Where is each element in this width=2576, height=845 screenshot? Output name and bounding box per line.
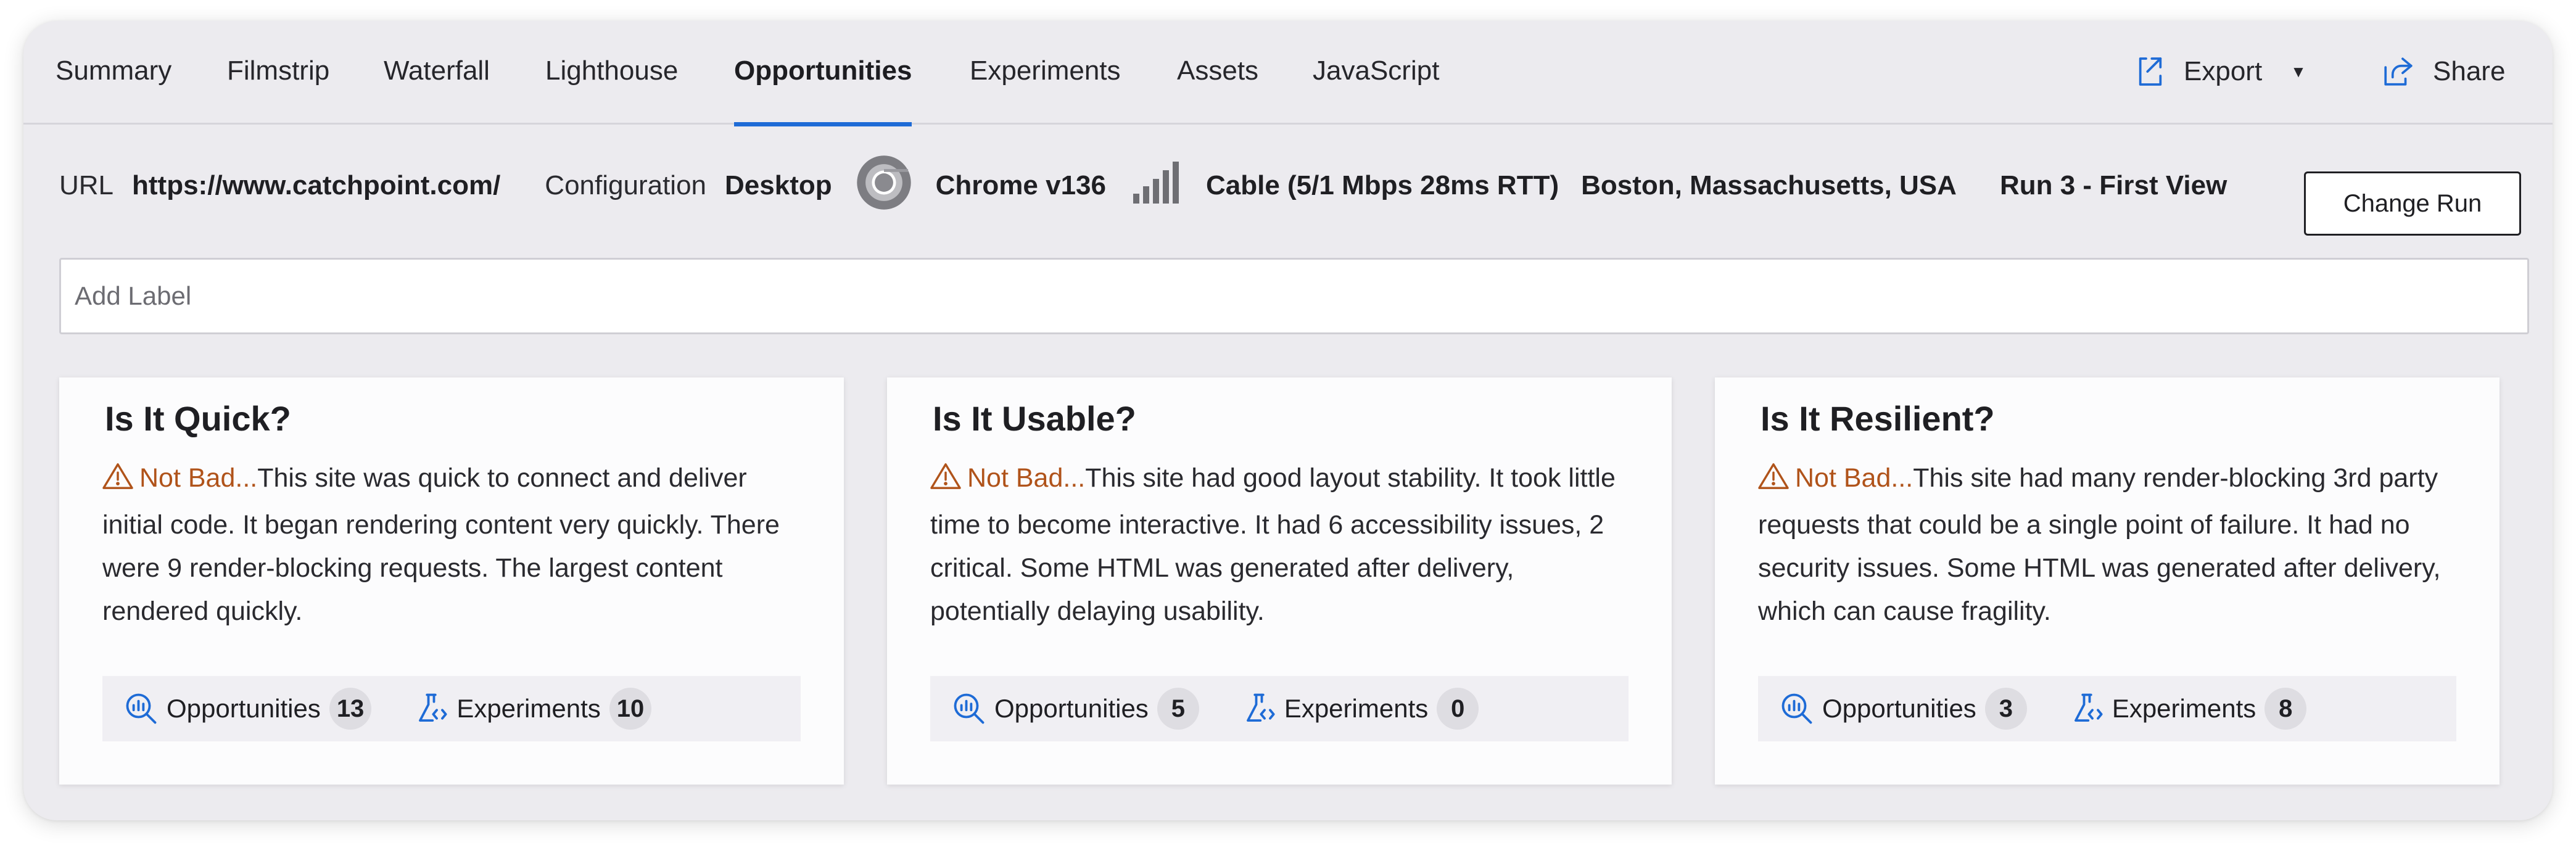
- card-stats-bar: Opportunities 5 Experiments 0: [930, 676, 1629, 741]
- tab-filmstrip[interactable]: Filmstrip: [227, 56, 329, 125]
- quick-card: Is It Quick? Not Bad...This site was qui…: [59, 377, 844, 785]
- tab-opportunities[interactable]: Opportunities: [734, 56, 912, 126]
- flask-code-icon: [1246, 693, 1275, 722]
- opportunities-count-badge: 3: [1984, 688, 2027, 730]
- add-label-input[interactable]: [59, 258, 2529, 334]
- opportunities-link[interactable]: Opportunities 13: [125, 688, 372, 730]
- warning-triangle-icon: [102, 460, 133, 503]
- card-summary: Not Bad...This site was quick to connect…: [102, 456, 806, 633]
- experiments-link[interactable]: Experiments 8: [2070, 688, 2307, 730]
- opportunities-link[interactable]: Opportunities 5: [952, 688, 1199, 730]
- tab-assets[interactable]: Assets: [1177, 56, 1258, 125]
- opportunities-label: Opportunities: [994, 694, 1149, 723]
- warning-triangle-icon: [930, 460, 961, 503]
- tab-waterfall[interactable]: Waterfall: [384, 56, 490, 125]
- status-text: Not Bad...: [967, 463, 1086, 493]
- card-summary: Not Bad...This site had many render-bloc…: [1758, 456, 2461, 633]
- status-text: Not Bad...: [139, 463, 258, 493]
- opportunities-count-badge: 5: [1157, 688, 1199, 730]
- signal-bars-icon: [1133, 161, 1180, 210]
- experiments-label: Experiments: [2112, 694, 2256, 723]
- share-label: Share: [2433, 56, 2506, 86]
- chrome-icon: [856, 154, 912, 218]
- status-text: Not Bad...: [1795, 463, 1913, 493]
- warning-triangle-icon: [1758, 460, 1789, 503]
- experiments-link[interactable]: Experiments 0: [1242, 688, 1479, 730]
- change-run-button[interactable]: Change Run: [2304, 171, 2521, 236]
- opportunities-count-badge: 13: [329, 688, 372, 730]
- experiments-count-badge: 8: [2264, 688, 2307, 730]
- location-value: Boston, Massachusetts, USA: [1581, 170, 1957, 200]
- card-title: Is It Quick?: [105, 399, 291, 438]
- opportunities-link[interactable]: Opportunities 3: [1780, 688, 2027, 730]
- magnifier-chart-icon: [1781, 693, 1812, 724]
- experiments-label: Experiments: [456, 694, 601, 723]
- flask-code-icon: [2074, 693, 2103, 722]
- caret-down-icon: ▼: [2290, 62, 2306, 81]
- flask-code-icon: [419, 693, 447, 722]
- card-stats-bar: Opportunities 13 Experiments 10: [102, 676, 801, 741]
- card-title: Is It Usable?: [933, 399, 1136, 438]
- export-icon: [2133, 54, 2168, 89]
- card-stats-bar: Opportunities 3 Experiments 8: [1758, 676, 2456, 741]
- connection-value: Cable (5/1 Mbps 28ms RTT): [1205, 170, 1559, 200]
- test-info-row: URL https://www.catchpoint.com/ Configur…: [59, 155, 2227, 210]
- experiments-count-badge: 10: [609, 688, 652, 730]
- experiments-link[interactable]: Experiments 10: [415, 688, 652, 730]
- configuration-label: Configuration: [545, 170, 707, 200]
- tab-experiments[interactable]: Experiments: [970, 56, 1121, 125]
- magnifier-chart-icon: [126, 693, 157, 724]
- export-button[interactable]: Export ▼: [2133, 53, 2306, 90]
- opportunities-label: Opportunities: [167, 694, 321, 723]
- resilient-card: Is It Resilient? Not Bad...This site had…: [1715, 377, 2500, 785]
- tab-lighthouse[interactable]: Lighthouse: [545, 56, 678, 125]
- share-icon: [2380, 54, 2417, 89]
- experiments-count-badge: 0: [1437, 688, 1479, 730]
- card-summary: Not Bad...This site had good layout stab…: [930, 456, 1633, 633]
- export-label: Export: [2184, 56, 2263, 86]
- device-value: Desktop: [725, 170, 832, 200]
- experiments-label: Experiments: [1284, 694, 1429, 723]
- magnifier-chart-icon: [954, 693, 985, 724]
- browser-value: Chrome v136: [935, 170, 1106, 200]
- results-tab-bar: Summary Filmstrip Waterfall Lighthouse O…: [23, 21, 2553, 126]
- results-panel: Summary Filmstrip Waterfall Lighthouse O…: [23, 21, 2553, 820]
- share-button[interactable]: Share: [2380, 53, 2505, 90]
- usable-card: Is It Usable? Not Bad...This site had go…: [887, 377, 1672, 785]
- url-value: https://www.catchpoint.com/: [132, 170, 501, 200]
- tab-javascript[interactable]: JavaScript: [1313, 56, 1439, 125]
- card-title: Is It Resilient?: [1761, 399, 1995, 438]
- run-value: Run 3 - First View: [1999, 170, 2227, 200]
- tab-summary[interactable]: Summary: [56, 56, 171, 125]
- url-label: URL: [59, 170, 114, 200]
- opportunities-label: Opportunities: [1822, 694, 1976, 723]
